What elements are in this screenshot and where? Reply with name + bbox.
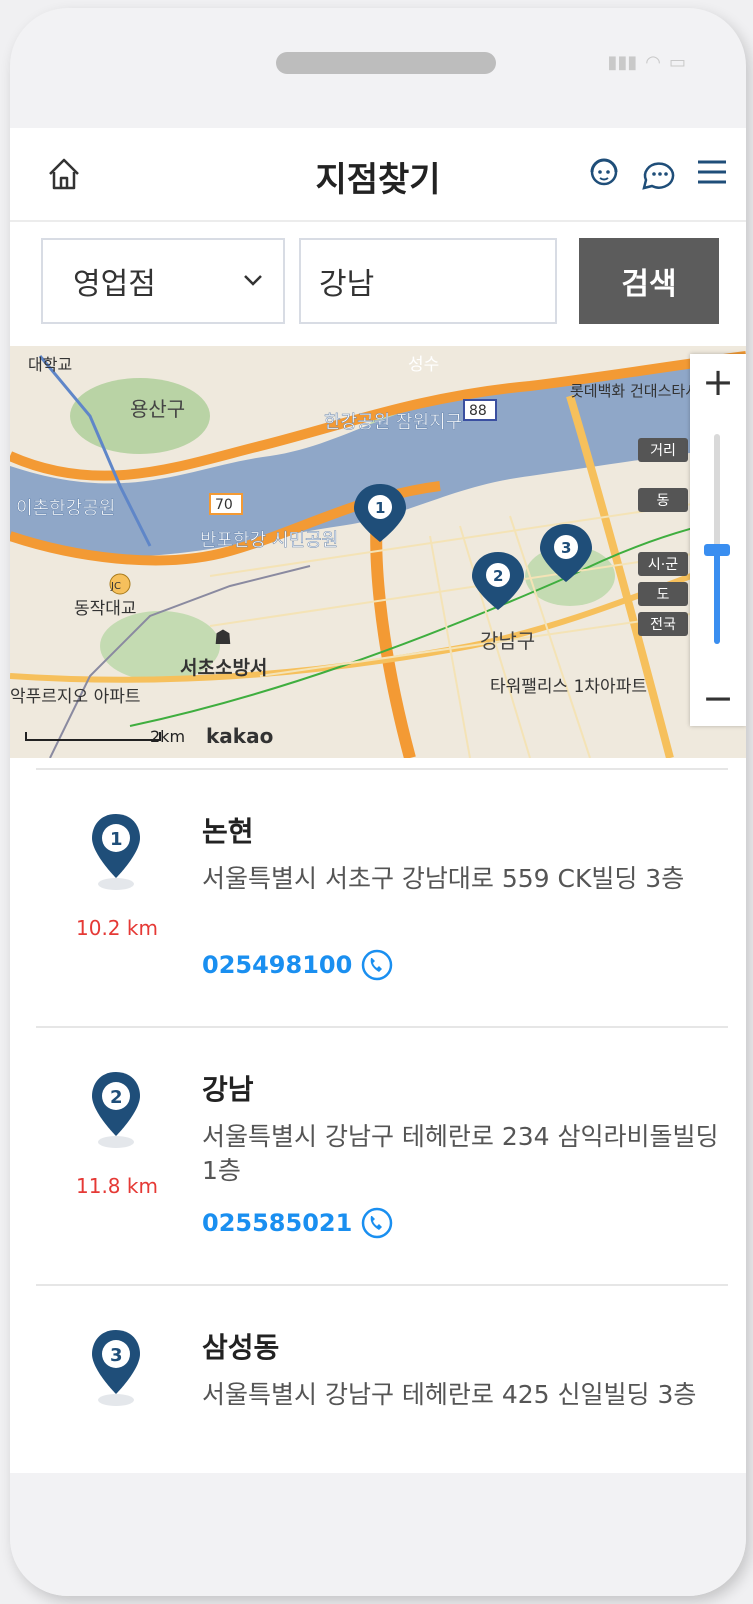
- distance-label: 10.2 km: [76, 916, 158, 940]
- phone-frame: ▮▮▮ ◠ ▭ 지점찾기 영업점 강남 검색 대학교 용산구 한강공원 잠원지구…: [10, 8, 746, 1596]
- zoom-slider-fill: [714, 550, 720, 644]
- branch-type-select[interactable]: 영업점: [41, 238, 285, 324]
- phone-speaker-notch: [276, 52, 496, 74]
- zoom-level-dong[interactable]: 동: [638, 488, 688, 512]
- phone-row[interactable]: 025585021: [202, 1206, 394, 1240]
- branch-list: 1 10.2 km 논현 서울특별시 서초구 강남대로 559 CK빌딩 3층 …: [36, 768, 728, 1473]
- zoom-level-city[interactable]: 시·군: [638, 552, 688, 576]
- pin-number: 2: [110, 1087, 123, 1108]
- branch-type-value: 영업점: [73, 267, 156, 302]
- chat-icon[interactable]: [636, 150, 680, 194]
- menu-icon[interactable]: [690, 150, 734, 194]
- branch-address: 서울특별시 서초구 강남대로 559 CK빌딩 3층: [202, 864, 685, 893]
- zoom-level-street[interactable]: 거리: [638, 438, 688, 462]
- headset-support-icon[interactable]: [582, 150, 626, 194]
- map-provider-logo: kakao: [206, 724, 274, 748]
- fire-station-icon: ☗: [214, 625, 232, 649]
- map-pin-number: 2: [493, 567, 503, 585]
- map-label: 타워팰리스 1차아파트: [490, 677, 647, 697]
- branch-name: 강남: [202, 1073, 254, 1106]
- map-pin-number: 1: [375, 499, 385, 517]
- map-label: 악푸르지오 아파트: [10, 687, 141, 707]
- location-pin-icon: 1: [92, 814, 140, 890]
- map-label: 한강공원 잠원지구: [324, 412, 462, 433]
- zoom-level-nation[interactable]: 전국: [638, 612, 688, 636]
- zoom-control: + −: [690, 354, 746, 726]
- battery-icon: ▭: [668, 52, 686, 73]
- search-input-value: 강남: [319, 267, 375, 302]
- phone-bottom-bezel: [10, 1473, 746, 1596]
- map-label: 이촌한강공원: [16, 498, 115, 519]
- zoom-level-province[interactable]: 도: [638, 582, 688, 606]
- map-label: 동작대교: [74, 599, 137, 619]
- branch-address: 서울특별시 강남구 테헤란로 234 삼익라비돌빌딩 1층: [202, 1122, 719, 1185]
- pin-number: 3: [110, 1345, 123, 1366]
- map-label: JC: [110, 581, 121, 592]
- branch-name: 삼성동: [202, 1331, 280, 1364]
- map-pin-number: 3: [561, 539, 571, 557]
- map-label: 롯데백화 건대스타시: [570, 382, 699, 400]
- list-item[interactable]: 3 삼성동 서울특별시 강남구 테헤란로 425 신일빌딩 3층: [36, 1284, 728, 1473]
- branch-name: 논현: [202, 815, 254, 848]
- signal-icon: ▮▮▮: [607, 52, 638, 73]
- location-pin-icon: 3: [92, 1330, 140, 1406]
- map-label: 반포한강 시민공원: [200, 530, 338, 551]
- pin-number: 1: [110, 829, 123, 850]
- map-label: 대학교: [28, 355, 72, 374]
- distance-label: 11.8 km: [76, 1174, 158, 1198]
- app-header: 지점찾기: [10, 128, 746, 222]
- call-icon[interactable]: [360, 1206, 394, 1240]
- map-label: 강남구: [480, 629, 535, 653]
- map-label: 70: [215, 497, 233, 513]
- search-input[interactable]: 강남: [299, 238, 557, 324]
- zoom-out-button[interactable]: −: [690, 670, 746, 726]
- map-label: 용산구: [130, 397, 185, 421]
- branch-map[interactable]: 대학교 용산구 한강공원 잠원지구 이촌한강공원 반포한강 시민공원 동작대교 …: [10, 346, 746, 758]
- header-actions: [582, 150, 734, 194]
- app-screen: 지점찾기 영업점 강남 검색 대학교 용산구 한강공원 잠원지구 이촌한강공원 …: [10, 128, 746, 1473]
- search-button[interactable]: 검색: [579, 238, 719, 324]
- phone-number[interactable]: 025585021: [202, 1209, 352, 1237]
- map-scale-label: 2km: [150, 727, 186, 746]
- call-icon[interactable]: [360, 948, 394, 982]
- search-bar: 영업점 강남 검색: [41, 238, 728, 328]
- map-label: 서초소방서: [180, 657, 267, 679]
- list-item[interactable]: 2 11.8 km 강남 서울특별시 강남구 테헤란로 234 삼익라비돌빌딩 …: [36, 1026, 728, 1284]
- map-label: 88: [469, 403, 487, 419]
- branch-address: 서울특별시 강남구 테헤란로 425 신일빌딩 3층: [202, 1380, 697, 1409]
- status-bar: ▮▮▮ ◠ ▭: [608, 52, 686, 73]
- wifi-icon: ◠: [645, 52, 661, 73]
- phone-row[interactable]: 025498100: [202, 948, 394, 982]
- location-pin-icon: 2: [92, 1072, 140, 1148]
- map-label: 성수: [408, 355, 439, 375]
- list-item[interactable]: 1 10.2 km 논현 서울특별시 서초구 강남대로 559 CK빌딩 3층 …: [36, 768, 728, 1026]
- chevron-down-icon: [244, 275, 262, 286]
- map-canvas[interactable]: 대학교 용산구 한강공원 잠원지구 이촌한강공원 반포한강 시민공원 동작대교 …: [10, 346, 746, 758]
- zoom-slider-handle[interactable]: [704, 544, 730, 556]
- zoom-in-button[interactable]: +: [690, 354, 746, 410]
- phone-number[interactable]: 025498100: [202, 951, 352, 979]
